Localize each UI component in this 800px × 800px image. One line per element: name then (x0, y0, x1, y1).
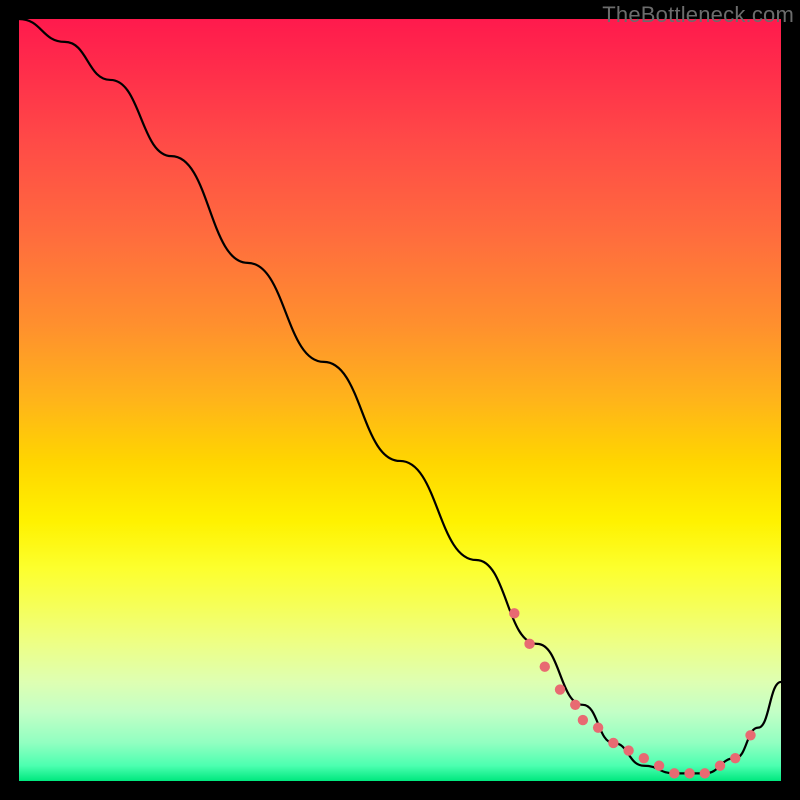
highlight-dot (570, 700, 580, 710)
highlight-dot (730, 753, 740, 763)
highlight-dot (578, 715, 588, 725)
highlight-dot (715, 761, 725, 771)
highlight-dot (524, 639, 534, 649)
chart-svg (19, 19, 781, 781)
highlight-dots (509, 608, 756, 778)
highlight-dot (700, 768, 710, 778)
highlight-dot (745, 730, 755, 740)
highlight-dot (623, 745, 633, 755)
bottleneck-curve-path (19, 19, 781, 773)
watermark-text: TheBottleneck.com (602, 2, 794, 28)
highlight-dot (639, 753, 649, 763)
highlight-dot (669, 768, 679, 778)
chart-frame: TheBottleneck.com (0, 0, 800, 800)
highlight-dot (684, 768, 694, 778)
highlight-dot (593, 722, 603, 732)
highlight-dot (555, 684, 565, 694)
bottleneck-curve (19, 19, 781, 773)
chart-plot-area (19, 19, 781, 781)
highlight-dot (608, 738, 618, 748)
highlight-dot (540, 662, 550, 672)
highlight-dot (654, 761, 664, 771)
highlight-dot (509, 608, 519, 618)
